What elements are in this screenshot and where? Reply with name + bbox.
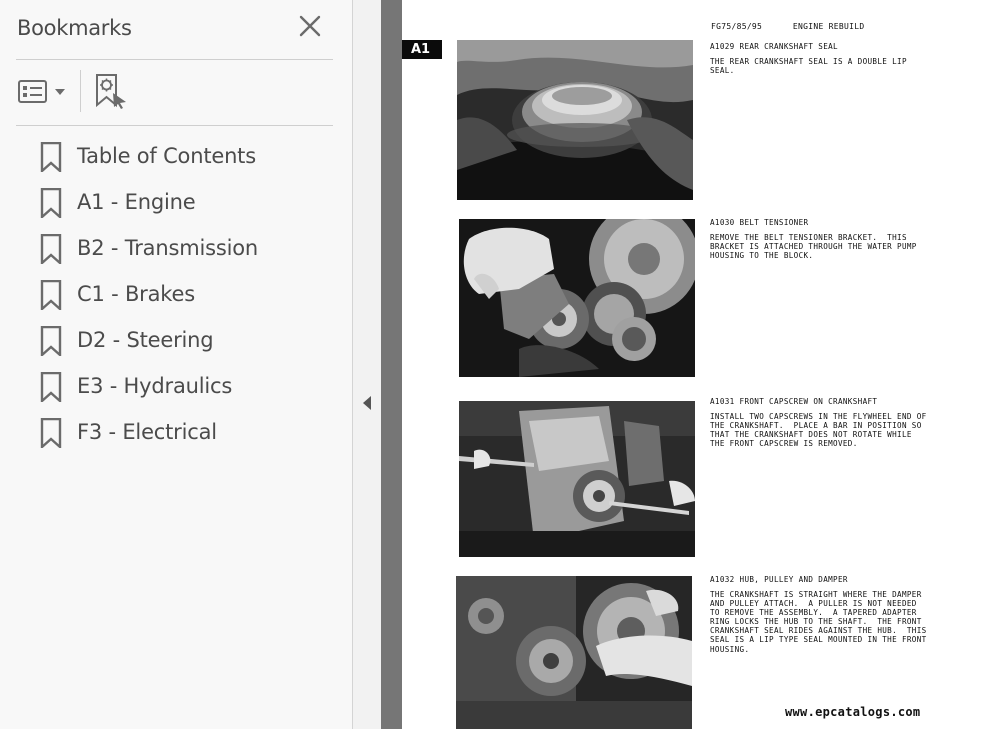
bookmark-icon — [40, 142, 62, 172]
entry-title: A1030 BELT TENSIONER — [710, 218, 809, 227]
panel-title: Bookmarks — [17, 16, 132, 40]
entry-body: INSTALL TWO CAPSCREWS IN THE FLYWHEEL EN… — [710, 412, 927, 449]
collapse-panel-handle[interactable] — [353, 0, 381, 729]
photo-front-capscrew — [459, 401, 695, 557]
photo-rear-crankshaft-seal — [457, 40, 693, 200]
bookmark-icon — [40, 280, 62, 310]
bookmark-item-engine[interactable]: A1 - Engine — [0, 180, 353, 226]
bookmark-label: B2 - Transmission — [77, 236, 258, 260]
bookmark-item-hydraulics[interactable]: E3 - Hydraulics — [0, 364, 353, 410]
divider — [16, 59, 333, 60]
bookmark-item-steering[interactable]: D2 - Steering — [0, 318, 353, 364]
bookmark-item-transmission[interactable]: B2 - Transmission — [0, 226, 353, 272]
bookmark-label: D2 - Steering — [77, 328, 214, 352]
bookmark-label: Table of Contents — [77, 144, 256, 168]
collapse-arrow-icon — [363, 396, 371, 410]
bookmark-icon — [40, 326, 62, 356]
photo-belt-tensioner — [459, 219, 695, 377]
entry-body: THE REAR CRANKSHAFT SEAL IS A DOUBLE LIP… — [710, 57, 907, 76]
entry-a1032: A1032 HUB, PULLEY AND DAMPER THE CRANKSH… — [710, 575, 960, 654]
document-viewer[interactable]: FG75/85/95 ENGINE REBUILD A1 A1029 REAR — [381, 0, 995, 729]
entry-title: A1031 FRONT CAPSCREW ON CRANKSHAFT — [710, 397, 878, 406]
bookmark-icon — [40, 418, 62, 448]
entry-a1031: A1031 FRONT CAPSCREW ON CRANKSHAFT INSTA… — [710, 397, 960, 448]
bookmark-label: F3 - Electrical — [77, 420, 217, 444]
bookmark-label: E3 - Hydraulics — [77, 374, 233, 398]
entry-a1030: A1030 BELT TENSIONER REMOVE THE BELT TEN… — [710, 218, 960, 260]
bookmark-icon — [40, 372, 62, 402]
bookmark-label: A1 - Engine — [77, 190, 196, 214]
bookmark-item-table-of-contents[interactable]: Table of Contents — [0, 134, 353, 180]
photo-hub-pulley-damper — [456, 576, 692, 729]
bookmark-icon — [40, 188, 62, 218]
options-menu-button[interactable] — [17, 76, 69, 108]
add-bookmark-icon — [96, 74, 126, 109]
watermark: www.epcatalogs.com — [785, 705, 921, 719]
bookmarks-panel: Bookmarks Table of Contents A1 - Engine … — [0, 0, 353, 729]
bookmark-item-electrical[interactable]: F3 - Electrical — [0, 410, 353, 456]
entry-title: A1029 REAR CRANKSHAFT SEAL — [710, 42, 838, 51]
bookmark-item-brakes[interactable]: C1 - Brakes — [0, 272, 353, 318]
page-gutter — [381, 0, 402, 729]
document-page: FG75/85/95 ENGINE REBUILD A1 A1029 REAR — [402, 0, 995, 729]
toolbar-separator — [80, 70, 81, 112]
section-tab: A1 — [402, 40, 442, 59]
new-bookmark-button[interactable] — [92, 72, 130, 110]
divider — [16, 125, 333, 126]
entry-body: REMOVE THE BELT TENSIONER BRACKET. THIS … — [710, 233, 917, 261]
list-options-icon — [18, 80, 65, 103]
page-header: FG75/85/95 ENGINE REBUILD — [711, 22, 865, 31]
bookmark-icon — [40, 234, 62, 264]
entry-title: A1032 HUB, PULLEY AND DAMPER — [710, 575, 848, 584]
bookmark-label: C1 - Brakes — [77, 282, 195, 306]
entry-body: THE CRANKSHAFT IS STRAIGHT WHERE THE DAM… — [710, 590, 927, 654]
bookmark-list: Table of Contents A1 - Engine B2 - Trans… — [0, 134, 353, 456]
entry-a1029: A1029 REAR CRANKSHAFT SEAL THE REAR CRAN… — [710, 42, 960, 75]
close-icon[interactable] — [298, 14, 322, 38]
